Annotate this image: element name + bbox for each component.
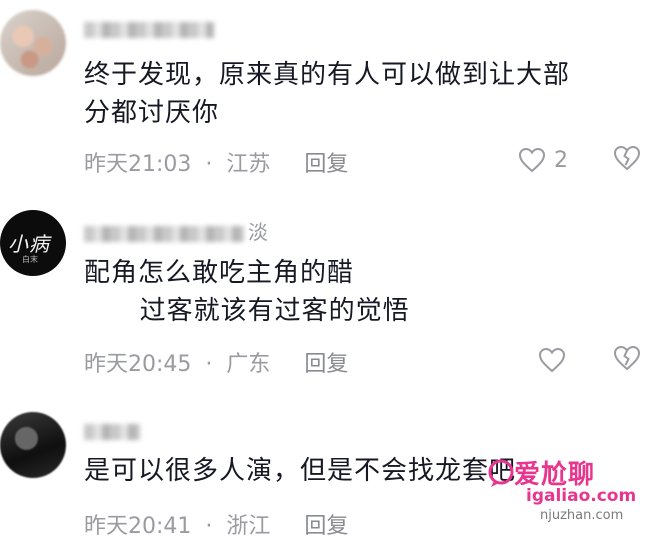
- comment-location: 广东: [226, 352, 271, 377]
- chat-bubble-icon: [488, 459, 514, 487]
- comment-text: 终于发现，原来真的有人可以做到让大部 分都讨厌你: [84, 60, 571, 128]
- blurred-username: [84, 21, 214, 38]
- like-button[interactable]: [538, 345, 598, 375]
- dislike-button[interactable]: [612, 345, 644, 375]
- comment-text: 配角怎么敢吃主角的醋 过客就该有过客的觉悟: [84, 258, 410, 326]
- separator: ·: [205, 352, 213, 377]
- reply-button[interactable]: 回复: [304, 352, 348, 377]
- comment-text: 是可以很多人演，但是不会找龙套吧: [84, 456, 517, 486]
- avatar-logo-text: 小病: [8, 232, 50, 256]
- blurred-username: [84, 423, 140, 440]
- like-count: 2: [554, 147, 568, 173]
- avatar[interactable]: 小病 白末: [0, 210, 66, 276]
- dislike-button[interactable]: [612, 145, 644, 175]
- heart-icon: [538, 347, 566, 373]
- comment-time: 昨天20:41: [84, 514, 192, 539]
- username[interactable]: [84, 418, 140, 440]
- reply-button[interactable]: 回复: [304, 514, 348, 539]
- reply-button[interactable]: 回复: [304, 152, 348, 177]
- comment-location: 江苏: [226, 152, 271, 177]
- avatar[interactable]: [0, 412, 66, 478]
- username[interactable]: 淡: [84, 216, 268, 244]
- username[interactable]: [84, 16, 214, 38]
- avatar[interactable]: [0, 10, 66, 76]
- watermark-url-secondary: njuzhan.com: [540, 508, 624, 523]
- broken-heart-icon: [613, 145, 641, 171]
- watermark-url: igaliao.com: [526, 486, 637, 506]
- avatar-logo-sub: 白末: [22, 255, 38, 264]
- comment-time: 昨天20:45: [84, 352, 192, 377]
- separator: ·: [205, 152, 213, 177]
- blurred-username: [84, 225, 244, 242]
- username-suffix: 淡: [248, 220, 268, 244]
- comment-meta: 昨天21:03 · 江苏 回复: [84, 146, 348, 178]
- broken-heart-icon: [613, 345, 641, 371]
- comment-meta: 昨天20:45 · 广东 回复: [84, 346, 348, 378]
- site-watermark: 爱尬聊 igaliao.com njuzhan.com: [486, 452, 646, 523]
- like-button[interactable]: 2: [518, 145, 578, 175]
- comment-meta: 昨天20:41 · 浙江 回复: [84, 508, 348, 540]
- comment-location: 浙江: [226, 514, 271, 539]
- separator: ·: [205, 514, 213, 539]
- heart-icon: [518, 147, 546, 173]
- comment-time: 昨天21:03: [84, 152, 192, 177]
